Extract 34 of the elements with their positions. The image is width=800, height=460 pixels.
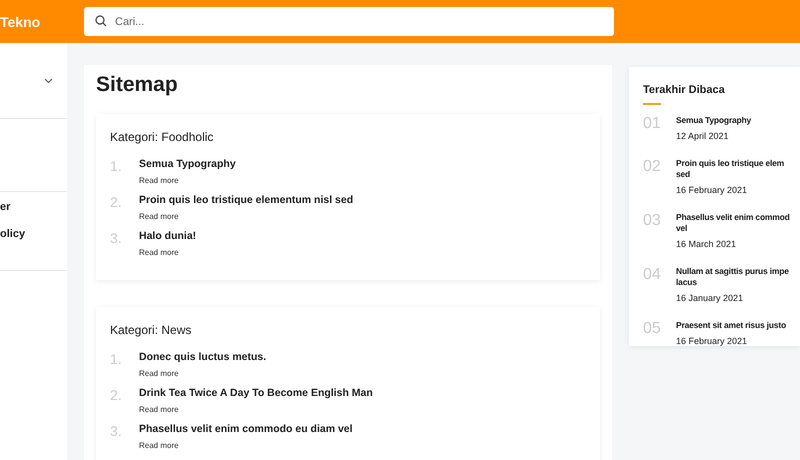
post-title[interactable]: Proin quis leo tristique elementum nisl sed — [139, 194, 354, 206]
post-date: 16 March 2021 — [676, 239, 736, 249]
search-field[interactable]: Cari... — [84, 7, 614, 36]
post-title[interactable]: Phasellus velit enim commodo eu diam vel — [139, 423, 353, 435]
page-title: Sitemap — [96, 73, 179, 97]
sidebar-link[interactable]: er — [0, 201, 10, 213]
post-date: 16 February 2021 — [676, 185, 748, 195]
post-date: 16 January 2021 — [676, 293, 744, 303]
post-title[interactable]: lacus — [676, 277, 789, 288]
category-title: Kategori: News — [110, 323, 192, 337]
search-icon — [95, 15, 107, 27]
read-more-link[interactable]: Read more — [139, 248, 179, 257]
post-title[interactable]: Donec quis luctus metus. — [139, 351, 266, 363]
post-title[interactable]: Semua Typography — [139, 158, 236, 170]
post-title[interactable]: Praesent sit amet risus justo — [676, 320, 786, 331]
post-title[interactable]: Semua Typography — [676, 115, 752, 126]
post-title[interactable]: Proin quis leo tristique elem — [676, 158, 784, 169]
chevron-down-icon[interactable] — [44, 78, 53, 84]
widget-title: Terakhir Dibaca — [643, 84, 725, 96]
post-title[interactable]: vel — [676, 223, 790, 234]
post-title[interactable]: Nullam at sagittis purus impe — [676, 266, 789, 277]
read-more-link[interactable]: Read more — [139, 405, 179, 414]
read-more-link[interactable]: Read more — [139, 369, 179, 378]
read-more-link[interactable]: Read more — [139, 212, 179, 221]
read-more-link[interactable]: Read more — [139, 441, 179, 450]
post-title[interactable]: sed — [676, 169, 784, 180]
post-date: 12 April 2021 — [676, 131, 729, 141]
sidebar-link[interactable]: olicy — [0, 228, 26, 240]
post-title[interactable]: Halo dunia! — [139, 230, 196, 242]
category-title: Kategori: Foodholic — [110, 130, 214, 144]
post-title[interactable]: Drink Tea Twice A Day To Become English Man — [139, 387, 373, 399]
post-date: 16 February 2021 — [676, 336, 748, 346]
post-title[interactable]: Phasellus velit enim commod — [676, 212, 790, 223]
read-more-link[interactable]: Read more — [139, 176, 179, 185]
